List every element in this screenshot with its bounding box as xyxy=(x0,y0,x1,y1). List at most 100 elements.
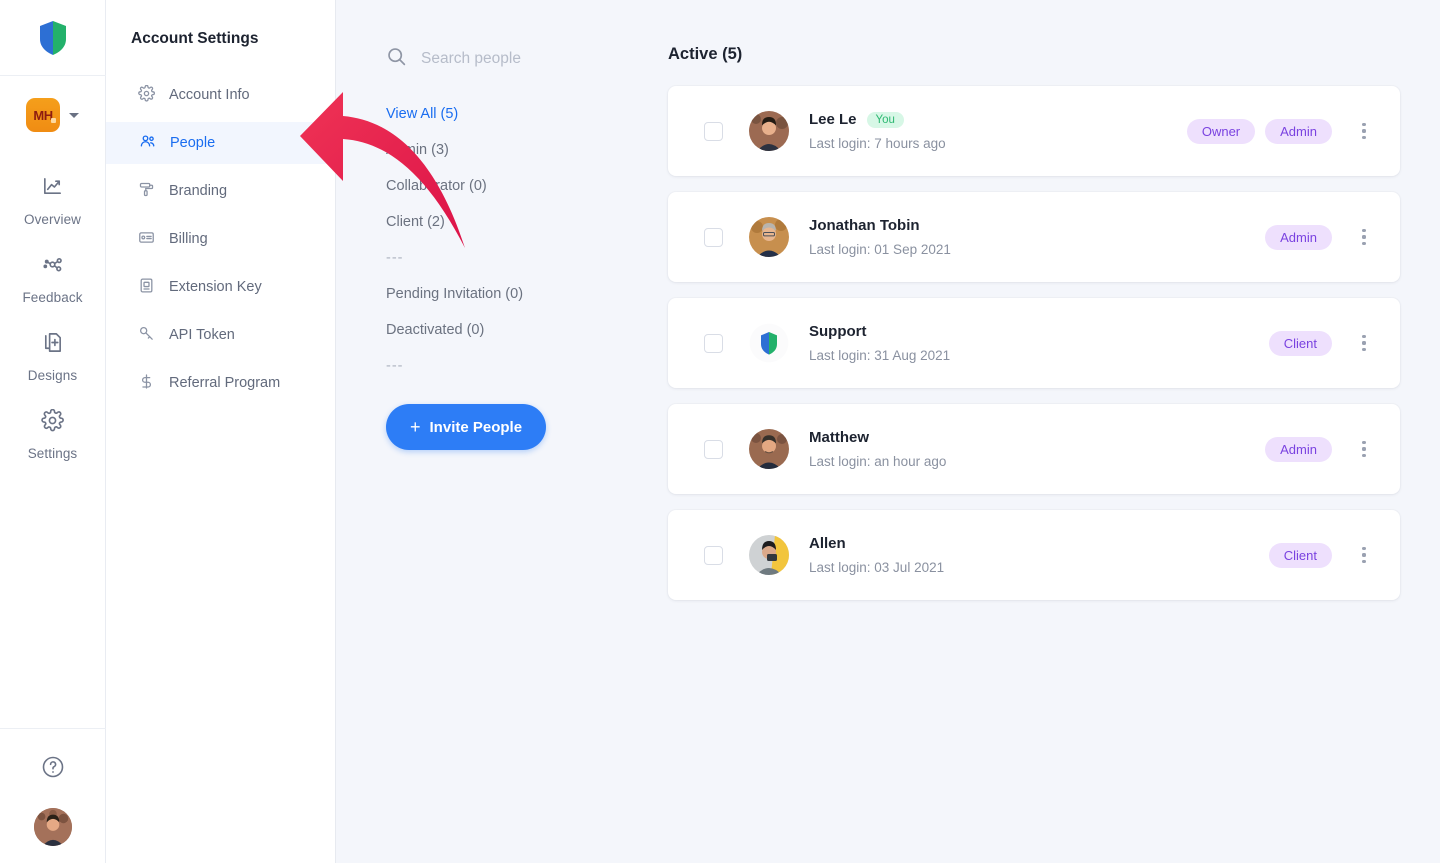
filter-list: View All (5) Admin (3) Collaborator (0) … xyxy=(386,106,668,374)
role-badge[interactable]: Admin xyxy=(1265,118,1332,144)
rail-item-overview[interactable]: Overview xyxy=(0,162,106,240)
table-row[interactable]: Lee Le You Last login: 7 hours ago Owner… xyxy=(668,86,1400,176)
key-card-icon xyxy=(138,277,155,298)
invite-people-label: Invite People xyxy=(429,418,523,436)
filter-collaborator[interactable]: Collaborator (0) xyxy=(386,178,487,194)
sidebar-item-account-info[interactable]: Account Info xyxy=(106,74,335,116)
person-name-row: Lee Le You xyxy=(809,111,1187,128)
row-checkbox[interactable] xyxy=(704,439,723,459)
rail-item-label: Settings xyxy=(27,446,78,461)
last-login: Last login: 01 Sep 2021 xyxy=(809,242,951,257)
person-name: Allen xyxy=(809,535,846,552)
help-circle-icon[interactable] xyxy=(41,755,65,784)
last-login: Last login: 31 Aug 2021 xyxy=(809,348,951,363)
rail-item-settings[interactable]: Settings xyxy=(0,396,106,474)
row-menu-icon[interactable] xyxy=(1354,440,1374,458)
role-badge[interactable]: Owner xyxy=(1186,118,1256,144)
role-badges: Admin xyxy=(1265,436,1332,462)
table-row[interactable]: Matthew Last login: an hour ago Admin xyxy=(668,404,1400,494)
sidebar-item-extension-key[interactable]: Extension Key xyxy=(106,266,335,308)
person-name: Jonathan Tobin xyxy=(809,217,920,234)
icon-rail: MH Overview Feedback Designs Settings xyxy=(0,0,106,863)
table-row[interactable]: Support Last login: 31 Aug 2021 Client xyxy=(668,298,1400,388)
row-checkbox[interactable] xyxy=(704,121,723,141)
role-badges: Owner Admin xyxy=(1186,118,1332,144)
filter-view-all[interactable]: View All (5) xyxy=(386,106,458,122)
search-bar[interactable] xyxy=(386,46,668,72)
chevron-down-icon[interactable] xyxy=(69,112,79,118)
person-name-row: Support xyxy=(809,323,1269,340)
card-icon xyxy=(138,229,155,250)
avatar xyxy=(749,323,789,363)
rail-nav: Overview Feedback Designs Settings xyxy=(0,154,106,474)
account-settings-menu: Account Settings Account Info People Bra… xyxy=(106,0,336,863)
row-menu-icon[interactable] xyxy=(1354,546,1374,564)
role-badge[interactable]: Admin xyxy=(1265,436,1332,462)
person-info: Allen Last login: 03 Jul 2021 xyxy=(809,535,1269,575)
avatar[interactable] xyxy=(33,808,72,846)
role-badges: Admin xyxy=(1265,224,1332,250)
share-nodes-icon xyxy=(41,253,64,281)
last-login: Last login: an hour ago xyxy=(809,454,947,469)
page-title: Account Settings xyxy=(131,30,259,47)
sidebar-item-people[interactable]: People xyxy=(106,122,335,164)
table-row[interactable]: Jonathan Tobin Last login: 01 Sep 2021 A… xyxy=(668,192,1400,282)
row-menu-icon[interactable] xyxy=(1354,334,1374,352)
sidebar-item-branding[interactable]: Branding xyxy=(106,170,335,212)
document-plus-icon xyxy=(41,331,64,359)
filter-separator: --- xyxy=(386,250,404,266)
row-checkbox[interactable] xyxy=(704,333,723,353)
person-name: Support xyxy=(809,323,867,340)
table-row[interactable]: Allen Last login: 03 Jul 2021 Client xyxy=(668,510,1400,600)
search-icon xyxy=(386,46,407,72)
people-icon xyxy=(138,132,156,154)
paint-roller-icon xyxy=(138,181,155,202)
avatar xyxy=(749,535,789,575)
person-info: Matthew Last login: an hour ago xyxy=(809,429,1265,469)
filter-deactivated[interactable]: Deactivated (0) xyxy=(386,322,484,338)
sidebar-item-label: Extension Key xyxy=(169,279,262,295)
sidebar-item-api-token[interactable]: API Token xyxy=(106,314,335,356)
active-count-title: Active (5) xyxy=(668,45,743,63)
chart-trend-icon xyxy=(41,175,64,203)
workspace-switcher[interactable]: MH xyxy=(0,76,106,154)
person-name-row: Allen xyxy=(809,535,1269,552)
sidebar-item-billing[interactable]: Billing xyxy=(106,218,335,260)
sidebar-item-label: API Token xyxy=(169,327,235,343)
sidebar-item-referral-program[interactable]: Referral Program xyxy=(106,362,335,404)
role-badge[interactable]: Client xyxy=(1268,542,1332,568)
rail-item-label: Designs xyxy=(27,368,78,383)
avatar xyxy=(749,217,789,257)
row-menu-icon[interactable] xyxy=(1354,228,1374,246)
last-login: Last login: 03 Jul 2021 xyxy=(809,560,945,575)
rail-item-label: Overview xyxy=(23,212,82,227)
sidebar-item-label: Billing xyxy=(169,231,208,247)
row-checkbox[interactable] xyxy=(704,545,723,565)
role-badge[interactable]: Client xyxy=(1268,330,1332,356)
invite-people-button[interactable]: + Invite People xyxy=(386,404,547,450)
role-badge[interactable]: Admin xyxy=(1265,224,1332,250)
role-badges: Client xyxy=(1268,542,1332,568)
avatar xyxy=(749,111,789,151)
rail-item-feedback[interactable]: Feedback xyxy=(0,240,106,318)
workspace-logo: MH xyxy=(26,98,60,132)
filter-pending-invitation[interactable]: Pending Invitation (0) xyxy=(386,286,523,302)
rail-item-designs[interactable]: Designs xyxy=(0,318,106,396)
search-input[interactable] xyxy=(421,50,631,68)
person-name: Lee Le xyxy=(809,111,857,128)
row-checkbox[interactable] xyxy=(704,227,723,247)
sidebar-item-label: People xyxy=(170,135,216,151)
role-badges: Client xyxy=(1268,330,1332,356)
brand-logo[interactable] xyxy=(0,0,106,76)
gear-icon xyxy=(138,84,155,106)
sidebar-item-label: Account Info xyxy=(169,87,250,103)
row-menu-icon[interactable] xyxy=(1354,122,1374,140)
filter-client[interactable]: Client (2) xyxy=(386,214,445,230)
filter-admin[interactable]: Admin (3) xyxy=(386,142,449,158)
rail-bottom xyxy=(0,728,106,863)
avatar xyxy=(749,429,789,469)
sidebar-item-label: Branding xyxy=(169,183,228,199)
person-info: Support Last login: 31 Aug 2021 xyxy=(809,323,1269,363)
shield-logo-icon xyxy=(38,20,68,56)
person-name-row: Matthew xyxy=(809,429,1265,446)
